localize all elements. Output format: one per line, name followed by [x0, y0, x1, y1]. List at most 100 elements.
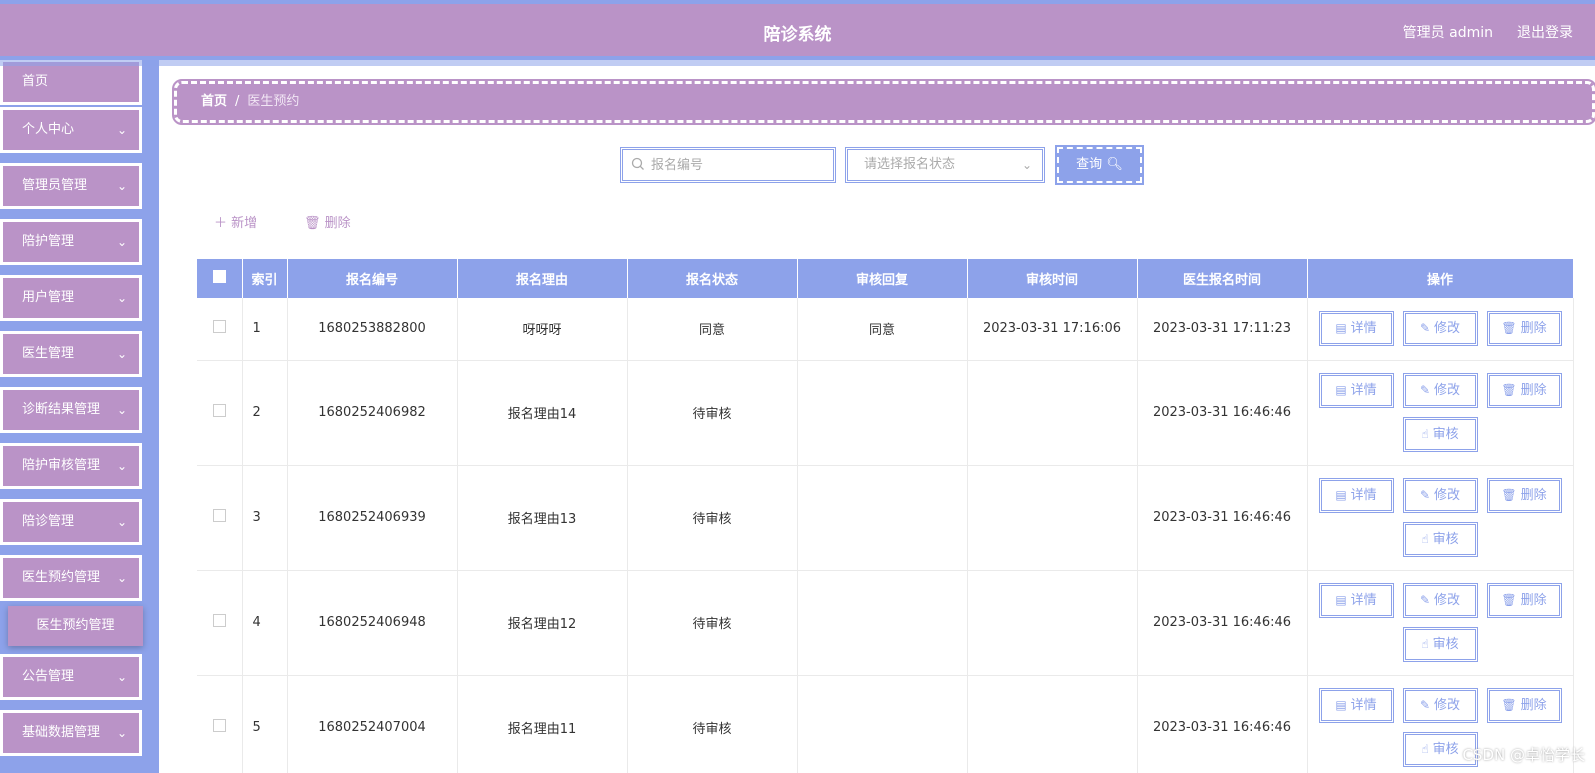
detail-button[interactable]: ▤ 详情: [1318, 373, 1394, 408]
trash-icon: 🗑︎: [1501, 593, 1517, 607]
edit-button[interactable]: ✎ 修改: [1402, 373, 1478, 408]
sidebar-item-accompany-management[interactable]: 陪诊管理 ⌄: [0, 499, 142, 545]
sidebar-item-doctor-management[interactable]: 医生管理 ⌄: [0, 331, 142, 377]
breadcrumb: 首页 / 医生预约: [172, 79, 1595, 125]
cell-reply: [797, 570, 968, 676]
pencil-icon: ✎: [1419, 488, 1431, 502]
sidebar-subitem-doctor-appointment[interactable]: 医生预约管理: [8, 606, 143, 646]
sidebar-item-notice-management[interactable]: 公告管理 ⌄: [0, 654, 142, 700]
sidebar-item-label: 陪诊管理: [22, 514, 75, 529]
status-select[interactable]: 请选择报名状态 ⌄: [845, 147, 1045, 183]
detail-label: 详情: [1350, 383, 1377, 398]
review-label: 审核: [1432, 637, 1459, 652]
top-header: 陪诊系统 管理员 admin 退出登录: [0, 0, 1595, 60]
sidebar-item-label: 管理员管理: [22, 178, 88, 193]
column-header: 审核时间: [967, 259, 1138, 298]
sidebar-item-admin-management[interactable]: 管理员管理 ⌄: [0, 163, 142, 209]
sidebar-item-doctor-appointment-management[interactable]: 医生预约管理 ⌄: [0, 555, 142, 601]
hand-pointer-icon: ☝︎: [1421, 427, 1429, 441]
sidebar-item-escort-management[interactable]: 陪护管理 ⌄: [0, 219, 142, 265]
review-label: 审核: [1432, 742, 1459, 757]
cell-status: 待审核: [627, 360, 798, 466]
select-all-cell: [197, 259, 243, 298]
sidebar-item-label: 陪护管理: [22, 234, 75, 249]
cell-review-time: [967, 465, 1138, 571]
breadcrumb-home[interactable]: 首页: [201, 94, 227, 109]
sidebar-item-basic-data-management[interactable]: 基础数据管理 ⌄: [0, 710, 142, 756]
sidebar-item-personal-center[interactable]: 个人中心 ⌄: [0, 107, 142, 153]
review-button[interactable]: ☝︎ 审核: [1402, 522, 1478, 557]
logout-link[interactable]: 退出登录: [1517, 22, 1573, 42]
header-shadow: [0, 60, 1595, 66]
select-all-checkbox[interactable]: [212, 270, 226, 283]
batch-delete-label: 删除: [324, 216, 351, 231]
cell-operations: ▤ 详情 ✎ 修改 🗑︎ 删除 ☝︎ 审核: [1307, 465, 1574, 571]
row-checkbox[interactable]: [212, 509, 226, 522]
cell-review-time: [967, 360, 1138, 466]
table-row: 4 1680252406948 报名理由12 待审核 2023-03-31 16:46:…: [197, 570, 1574, 676]
cell-reason: 报名理由13: [457, 465, 628, 571]
chevron-down-icon: ⌄: [116, 726, 127, 740]
sidebar-item-escort-review-management[interactable]: 陪护审核管理 ⌄: [0, 443, 142, 489]
sidebar-item-home[interactable]: 首页: [0, 60, 142, 105]
row-checkbox[interactable]: [212, 320, 226, 334]
delete-button[interactable]: 🗑︎ 删除: [1486, 688, 1562, 723]
delete-button[interactable]: 🗑︎ 删除: [1486, 478, 1562, 513]
edit-label: 修改: [1434, 383, 1461, 398]
appointment-table: 索引 报名编号 报名理由 报名状态 审核回复 审核时间 医生报名时间 操作 11…: [197, 259, 1574, 773]
row-select-cell: [197, 675, 243, 773]
delete-button[interactable]: 🗑︎ 删除: [1486, 311, 1562, 347]
chevron-down-icon: ⌄: [116, 179, 127, 193]
column-header: 报名编号: [287, 259, 458, 298]
edit-button[interactable]: ✎ 修改: [1402, 478, 1478, 513]
add-button[interactable]: ＋ 新增: [214, 212, 257, 231]
detail-button[interactable]: ▤ 详情: [1318, 583, 1394, 618]
chevron-down-icon: ⌄: [1021, 158, 1032, 172]
sidebar-item-diagnosis-management[interactable]: 诊断结果管理 ⌄: [0, 387, 142, 433]
delete-label: 删除: [1520, 698, 1547, 713]
search-field[interactable]: [620, 147, 836, 183]
cell-reply: [797, 465, 968, 571]
chevron-down-icon: ⌄: [116, 515, 127, 529]
chevron-down-icon: ⌄: [116, 403, 127, 417]
batch-delete-button[interactable]: 🗑︎ 删除: [304, 212, 351, 231]
trash-icon: 🗑︎: [304, 216, 321, 231]
delete-button[interactable]: 🗑︎ 删除: [1486, 583, 1562, 618]
search-input[interactable]: [651, 154, 831, 176]
cell-number: 1680252407004: [287, 675, 458, 773]
query-button[interactable]: 查询 🔍︎: [1055, 145, 1144, 185]
search-icon: 🔍︎: [1106, 157, 1123, 172]
row-checkbox[interactable]: [212, 404, 226, 417]
edit-button[interactable]: ✎ 修改: [1402, 311, 1478, 347]
document-icon: ▤: [1335, 698, 1347, 712]
detail-button[interactable]: ▤ 详情: [1318, 311, 1394, 347]
detail-label: 详情: [1350, 321, 1377, 337]
table-row: 1 1680253882800 呀呀呀 同意 同意 2023-03-31 17:16:06…: [197, 298, 1574, 361]
detail-label: 详情: [1350, 698, 1377, 713]
delete-label: 删除: [1520, 593, 1547, 608]
detail-button[interactable]: ▤ 详情: [1318, 478, 1394, 513]
cell-apply-time: 2023-03-31 16:46:46: [1137, 360, 1308, 466]
cell-operations: ▤ 详情 ✎ 修改 🗑︎ 删除 ☝︎ 审核: [1307, 360, 1574, 466]
document-icon: ▤: [1335, 321, 1347, 336]
cell-reply: 同意: [797, 298, 968, 361]
edit-button[interactable]: ✎ 修改: [1402, 688, 1478, 723]
pencil-icon: ✎: [1419, 698, 1431, 712]
edit-label: 修改: [1434, 321, 1461, 337]
sidebar-item-user-management[interactable]: 用户管理 ⌄: [0, 275, 142, 321]
table-row: 5 1680252407004 报名理由11 待审核 2023-03-31 16:46:…: [197, 675, 1574, 773]
sidebar-item-label: 首页: [22, 74, 49, 89]
row-checkbox[interactable]: [212, 614, 226, 627]
column-header: 索引: [242, 259, 288, 298]
detail-button[interactable]: ▤ 详情: [1318, 688, 1394, 723]
row-checkbox[interactable]: [212, 719, 226, 732]
sidebar-item-label: 用户管理: [22, 290, 75, 305]
document-icon: ▤: [1335, 593, 1347, 607]
review-button[interactable]: ☝︎ 审核: [1402, 417, 1478, 452]
status-select-placeholder: 请选择报名状态: [864, 157, 956, 172]
review-button[interactable]: ☝︎ 审核: [1402, 627, 1478, 662]
review-label: 审核: [1432, 427, 1459, 442]
edit-button[interactable]: ✎ 修改: [1402, 583, 1478, 618]
delete-button[interactable]: 🗑︎ 删除: [1486, 373, 1562, 408]
table-row: 2 1680252406982 报名理由14 待审核 2023-03-31 16:46:…: [197, 360, 1574, 466]
